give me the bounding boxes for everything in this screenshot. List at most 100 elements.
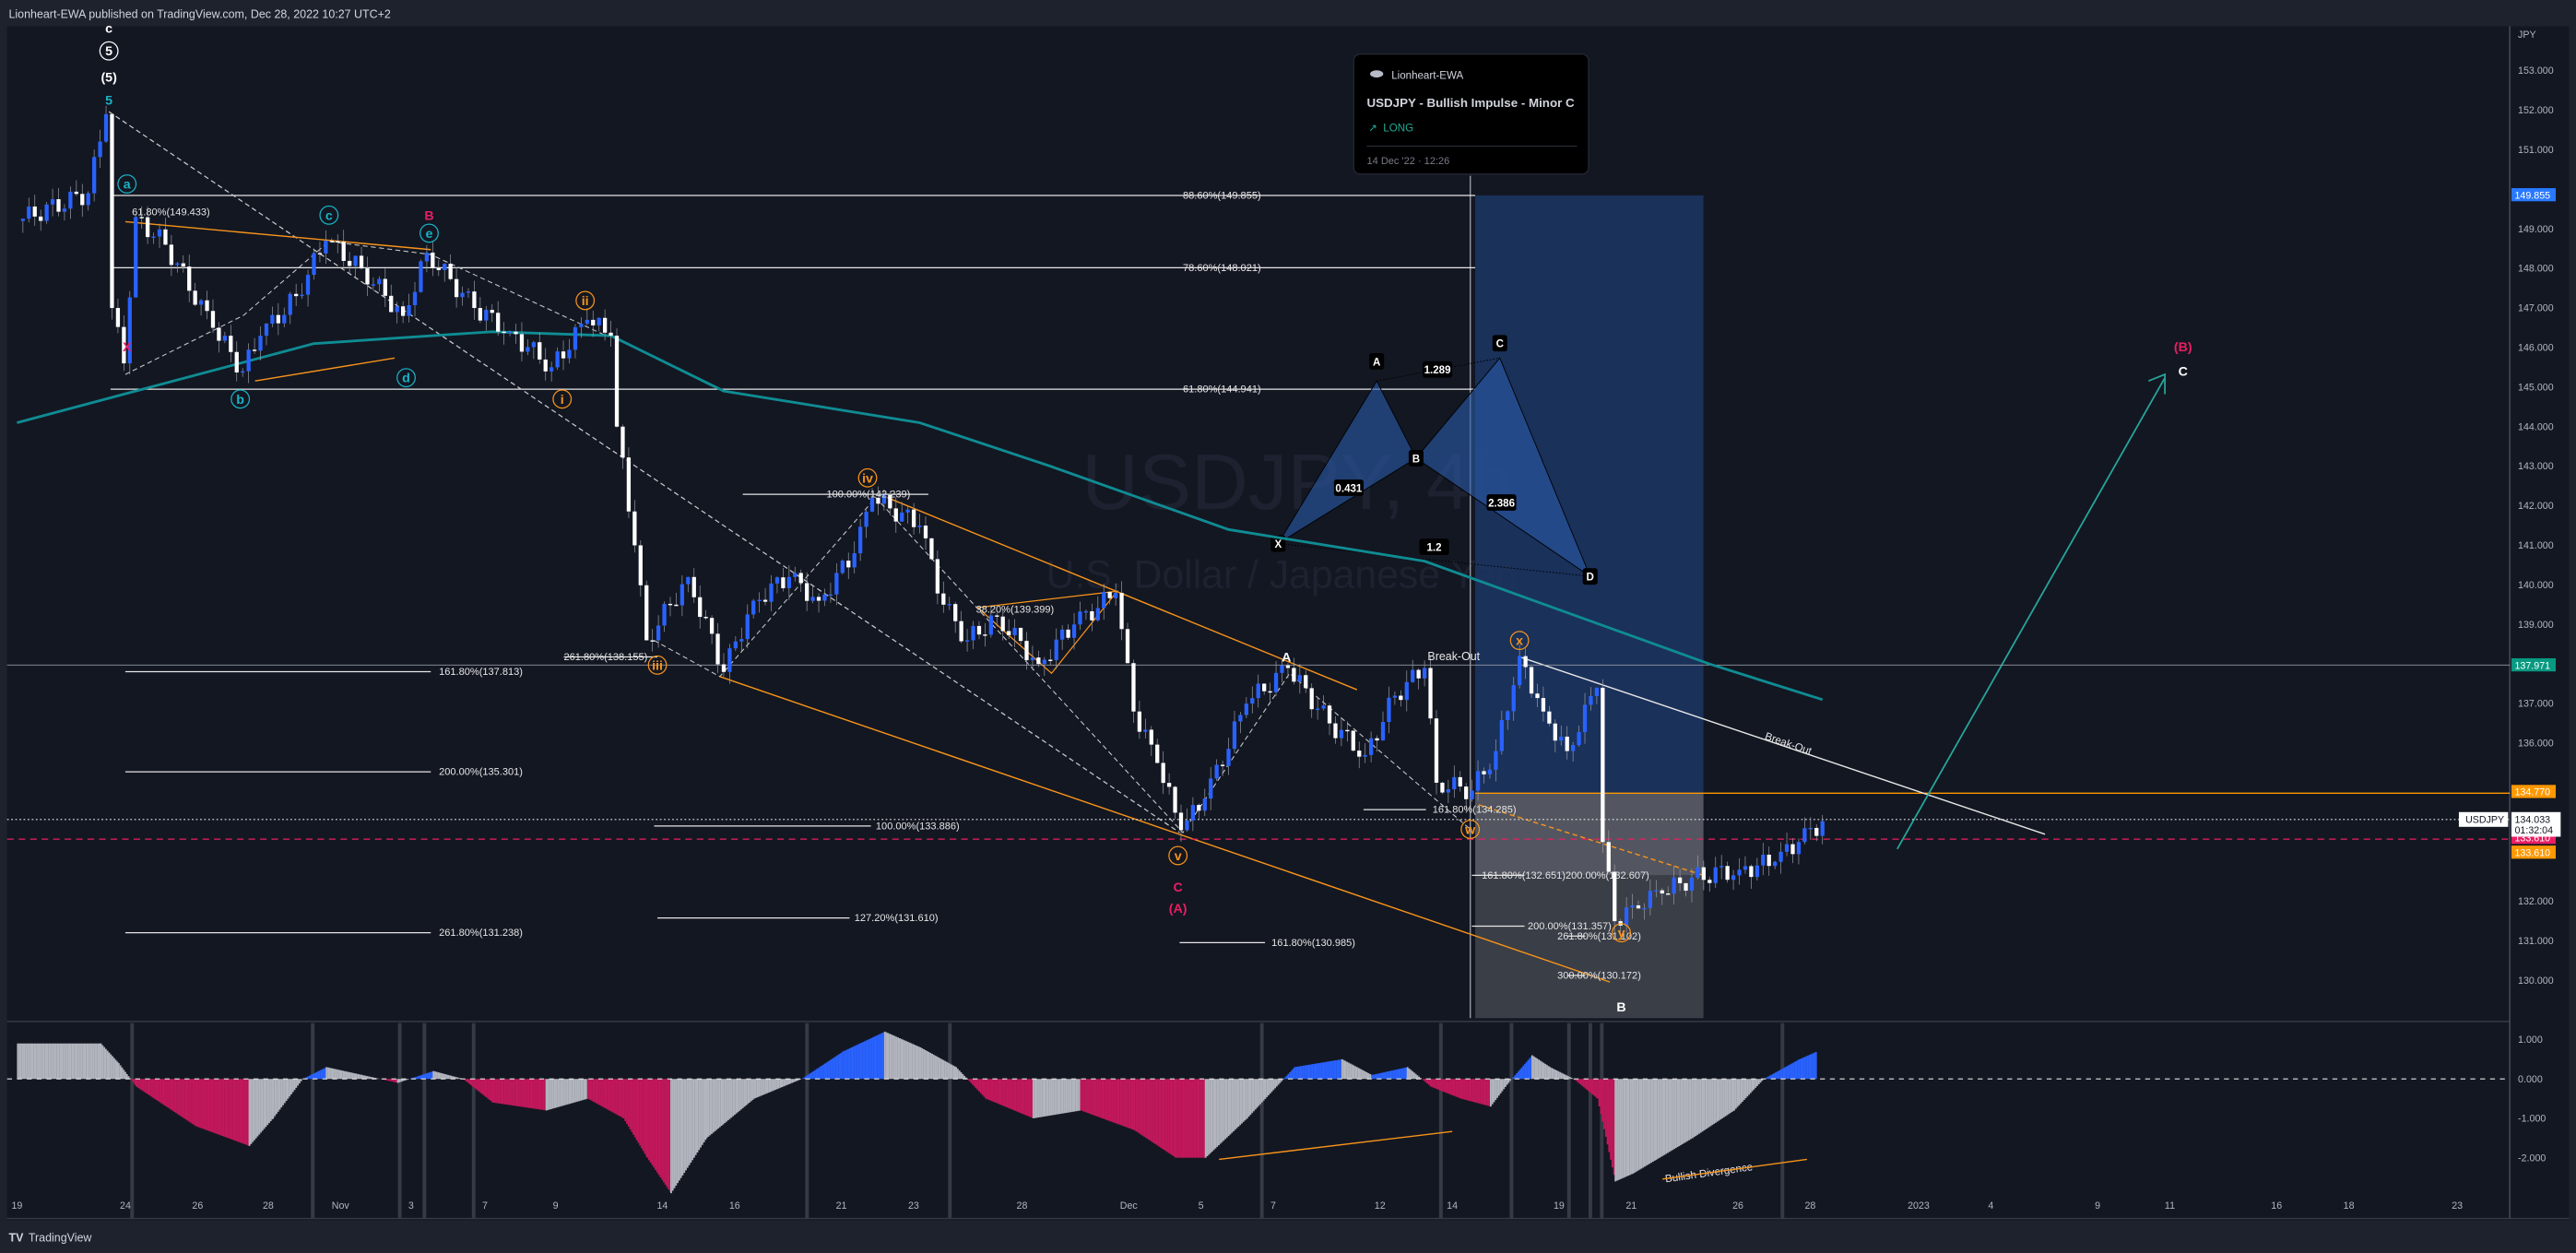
oscillator-bar [1124, 1079, 1127, 1128]
candle [614, 336, 620, 427]
oscillator-bar [692, 1079, 695, 1158]
oscillator-bar [1317, 1063, 1319, 1080]
candle [1624, 907, 1629, 926]
oscillator-bar [1814, 1051, 1817, 1080]
oscillator-bar [823, 1063, 826, 1080]
oscillator-bar [1507, 1079, 1510, 1083]
long-position-stop-zone-lower[interactable] [1475, 875, 1704, 1019]
candle [786, 576, 791, 589]
oscillator-bar [350, 1072, 352, 1080]
candle [484, 310, 489, 321]
oscillator-bar [885, 1032, 888, 1080]
oscillator-bar [694, 1079, 697, 1155]
oscillator-bar [1698, 1079, 1700, 1134]
oscillator-bar [1512, 1077, 1515, 1080]
oscillator-bar [268, 1079, 270, 1124]
oscillator-bar [1749, 1079, 1752, 1093]
price-tick: 140.000 [2518, 580, 2554, 591]
oscillator-bar [1386, 1071, 1388, 1080]
oscillator-bar [714, 1079, 716, 1131]
oscillator-bar [1199, 1079, 1202, 1158]
oscillator-bar [858, 1043, 861, 1080]
oscillator-bar [417, 1076, 419, 1080]
oscillator-bar [1077, 1079, 1079, 1111]
candle [412, 291, 418, 306]
oscillator-bar [1600, 1079, 1602, 1115]
candle [1577, 732, 1581, 746]
oscillator-bar [1270, 1079, 1273, 1093]
oscillator-bar [481, 1079, 484, 1095]
oscillator-bar [568, 1079, 571, 1105]
oscillator-bar [947, 1062, 950, 1080]
oscillator-bar [174, 1079, 177, 1114]
oscillator-bar [525, 1079, 527, 1108]
oscillator-bar [613, 1079, 616, 1114]
oscillator-bar [1269, 1079, 1271, 1094]
idea-author[interactable]: Lionheart-EWA [1391, 70, 1463, 81]
oscillator-bar [1008, 1079, 1010, 1108]
oscillator-bar [343, 1070, 346, 1080]
candle [234, 351, 239, 372]
candle [656, 625, 661, 641]
wave-label: iii [652, 658, 663, 673]
oscillator-bar [159, 1079, 161, 1103]
oscillator-bar [608, 1079, 610, 1111]
oscillator-bar [949, 1063, 951, 1080]
oscillator-bar [1423, 1079, 1425, 1082]
candle [1434, 718, 1439, 783]
candle [134, 217, 138, 298]
oscillator-bar [651, 1079, 654, 1165]
candle [538, 342, 542, 360]
oscillator-bar [1536, 1058, 1539, 1080]
candle [419, 261, 423, 292]
oscillator-bar [485, 1079, 488, 1098]
oscillator-bar [1459, 1079, 1462, 1099]
oscillator-bar [1054, 1079, 1056, 1116]
oscillator-bar [1414, 1073, 1417, 1080]
oscillator-bar [300, 1079, 302, 1082]
candle [1582, 704, 1588, 733]
oscillator-bar [1084, 1079, 1087, 1113]
arrow-up-right-icon: ↗ [1368, 123, 1377, 134]
oscillator-bar [353, 1073, 356, 1080]
oscillator-bar [157, 1079, 160, 1102]
candle [210, 311, 216, 328]
oscillator-bar [226, 1079, 229, 1138]
oscillator-bar [666, 1079, 668, 1188]
oscillator-bar [560, 1079, 562, 1106]
oscillator-bar [1623, 1079, 1625, 1178]
oscillator-bar [487, 1079, 490, 1099]
wave-label: i [561, 393, 564, 408]
idea-card[interactable]: Lionheart-EWA USDJPY - Bullish Impulse -… [1353, 53, 1589, 175]
oscillator-bar [1542, 1062, 1545, 1080]
fib-label: 100.00%(133.886) [876, 821, 960, 832]
candle [911, 509, 916, 527]
oscillator-bar [498, 1079, 501, 1104]
oscillator-bar [783, 1079, 786, 1087]
oscillator-bar [880, 1033, 882, 1080]
oscillator-bar [563, 1079, 566, 1105]
oscillator-bar [1555, 1070, 1558, 1080]
candle [359, 255, 364, 269]
oscillator-bar [585, 1079, 587, 1100]
candle [175, 263, 180, 266]
fib-label: 127.20%(131.610) [855, 913, 939, 924]
oscillator-bar [561, 1079, 564, 1106]
time-tick: 28 [1017, 1200, 1028, 1212]
oscillator-bar [1397, 1069, 1400, 1080]
oscillator-bar [19, 1043, 22, 1080]
idea-title[interactable]: USDJPY - Bullish Impulse - Minor C [1366, 96, 1575, 110]
time-tick: 19 [1554, 1200, 1565, 1212]
candle [478, 308, 483, 321]
oscillator-bar [30, 1043, 32, 1080]
oscillator-bar [690, 1079, 692, 1164]
oscillator-bar [1294, 1067, 1296, 1080]
oscillator-bar [728, 1079, 731, 1119]
oscillator-bar [1755, 1079, 1757, 1088]
oscillator-bar [312, 1073, 314, 1080]
chart-pane[interactable] [6, 26, 2570, 1221]
oscillator-bar [1062, 1079, 1064, 1114]
oscillator-bar [727, 1079, 729, 1121]
oscillator-bar [862, 1042, 865, 1080]
oscillator-bar [1048, 1079, 1051, 1116]
